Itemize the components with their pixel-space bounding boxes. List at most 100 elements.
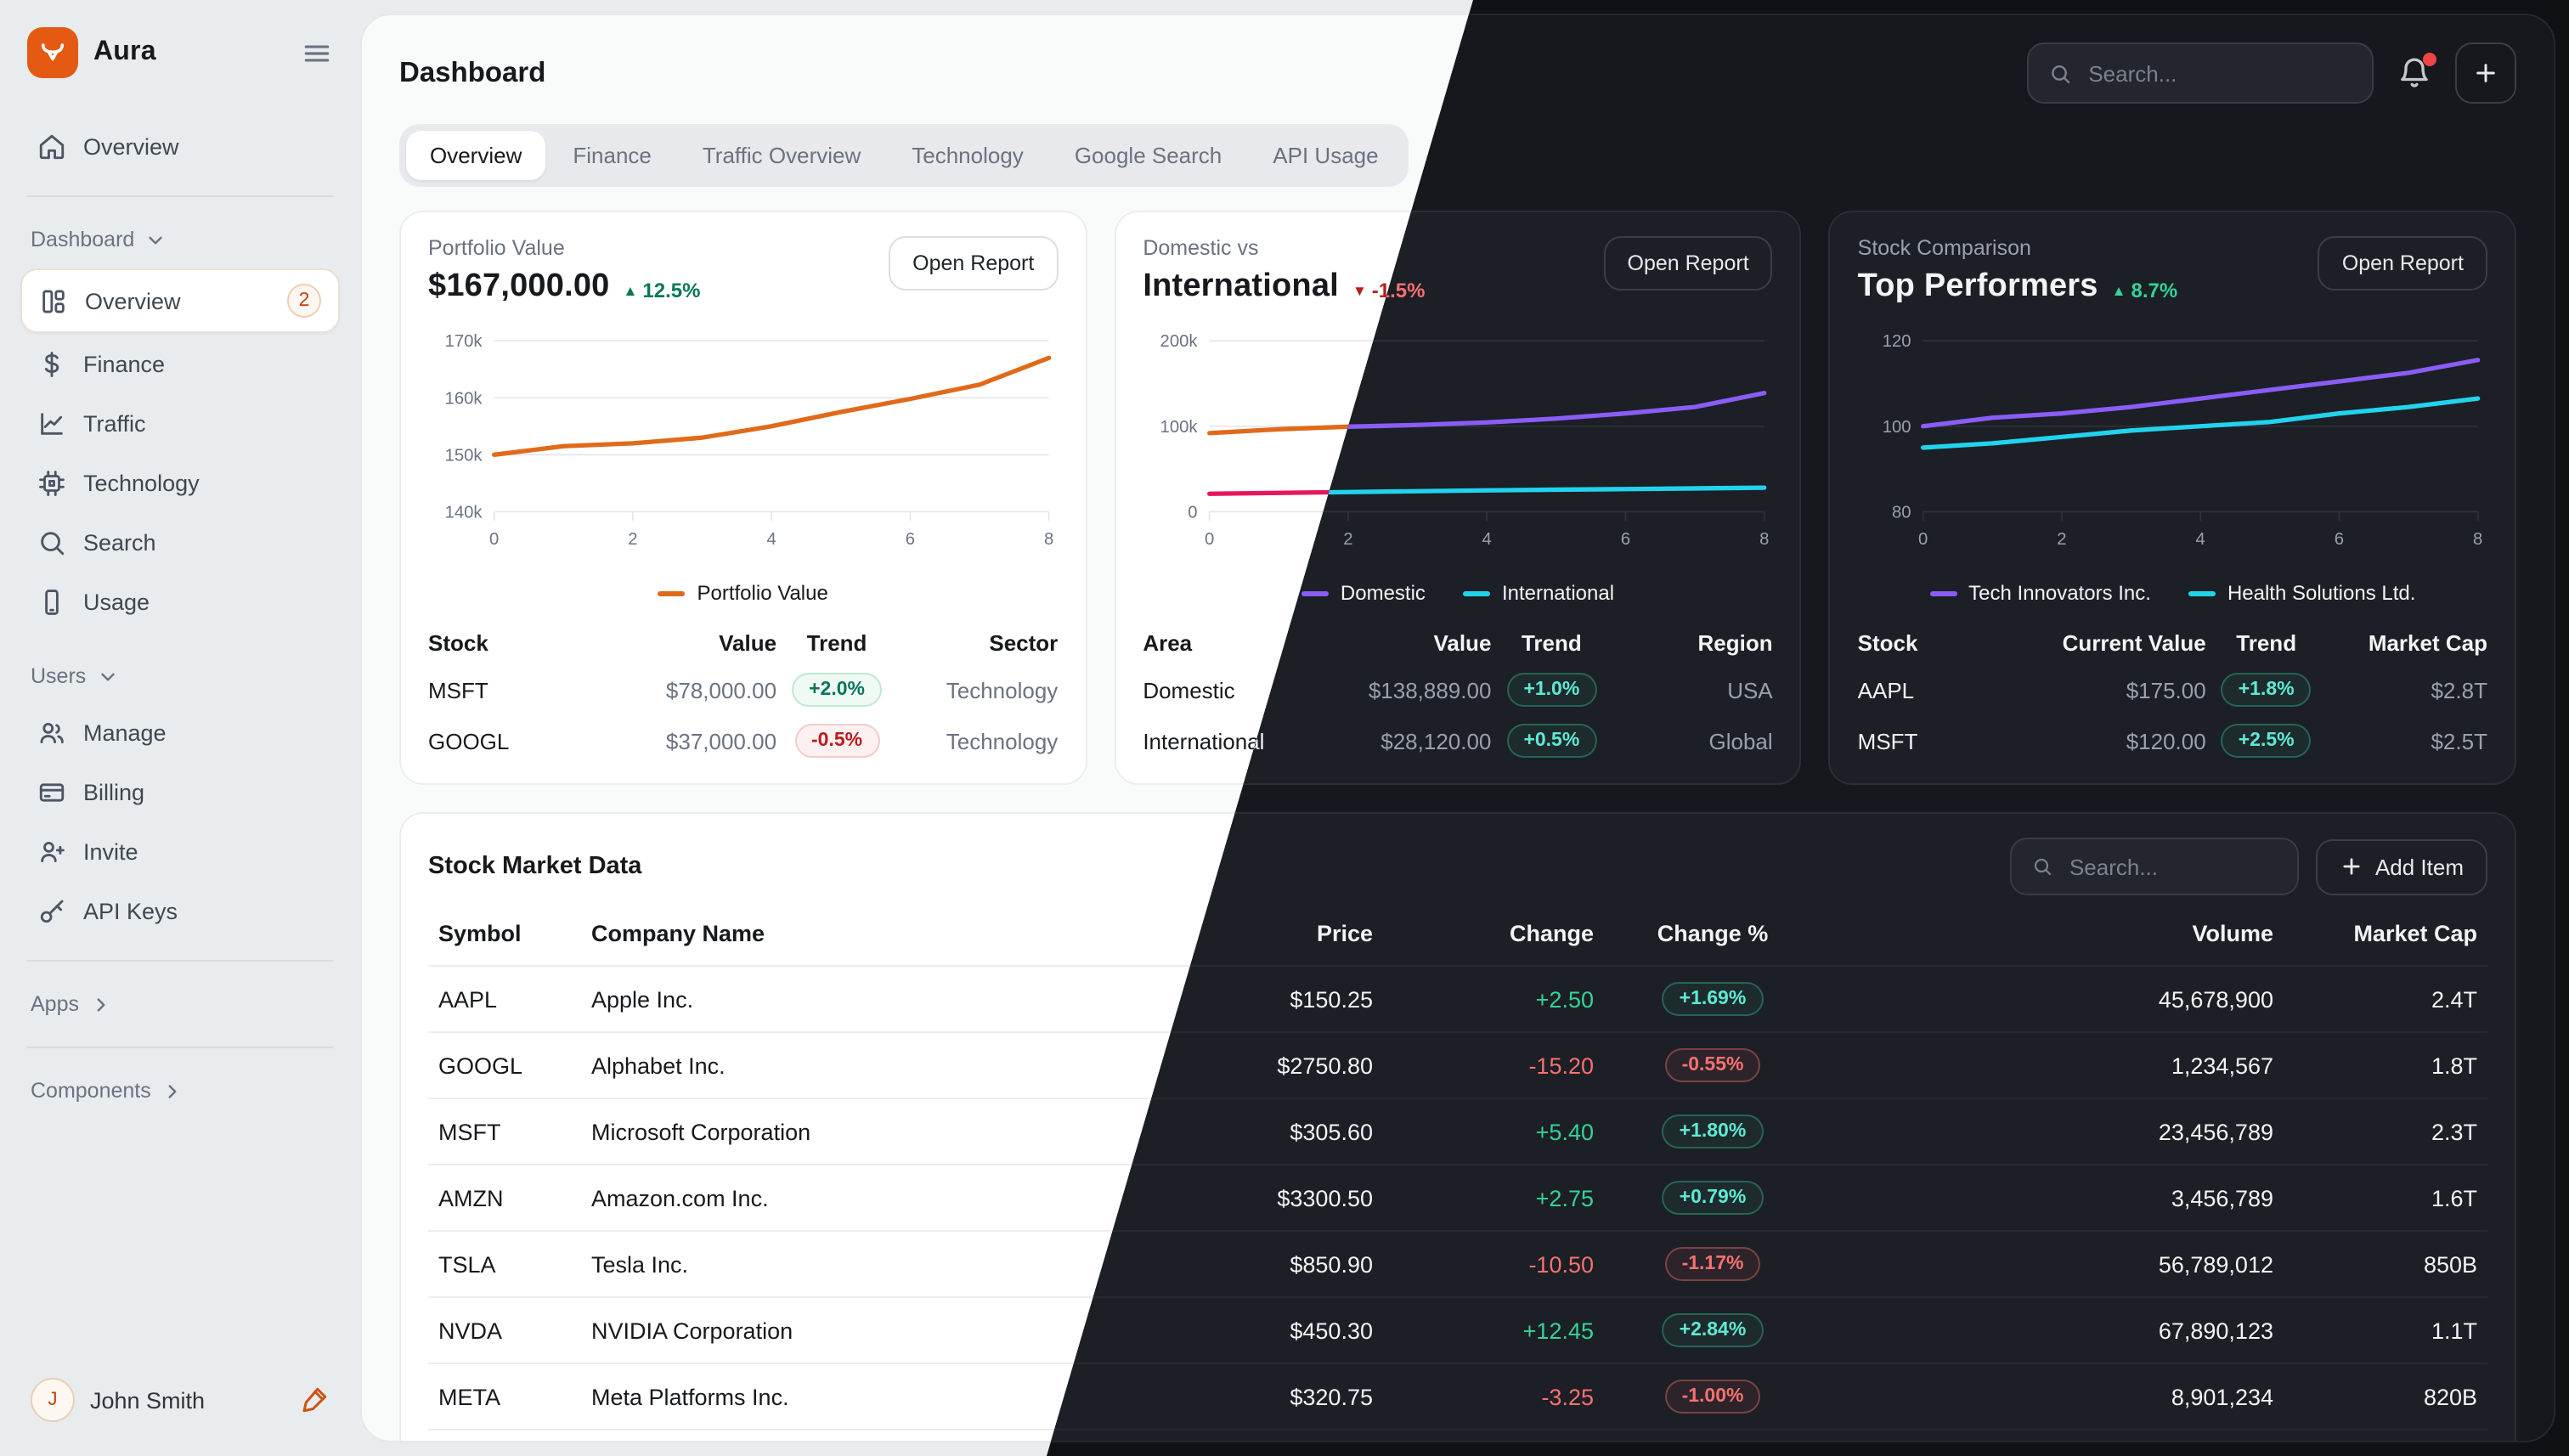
sidebar-item-overview[interactable]: Overview 2: [20, 268, 340, 333]
column-header: Market Cap: [2273, 921, 2477, 946]
sidebar-item-overview-top[interactable]: Overview: [20, 119, 340, 175]
column-header: Trend: [2206, 630, 2327, 656]
divider: [27, 1047, 333, 1048]
cell: NVDA: [438, 1318, 591, 1343]
market-title: Stock Market Data: [428, 853, 641, 880]
avatar: J: [31, 1378, 75, 1422]
card-title: $167,000.00: [428, 268, 610, 306]
tab-technology[interactable]: Technology: [888, 131, 1047, 180]
svg-text:2: 2: [2058, 530, 2067, 549]
user-footer[interactable]: J John Smith: [20, 1368, 340, 1432]
column-header: Stock: [428, 630, 575, 656]
cell: GOOGL: [438, 1052, 591, 1078]
column-header: Volume: [1832, 921, 2273, 946]
sidebar-item-invite[interactable]: Invite: [20, 824, 340, 880]
legend-swatch: [1463, 590, 1490, 595]
cell: USA: [1612, 677, 1772, 703]
cell: MSFT: [438, 1119, 591, 1144]
add-new-button[interactable]: [2455, 42, 2516, 104]
svg-text:6: 6: [906, 530, 915, 549]
market-search[interactable]: [2010, 838, 2299, 895]
stock-comparison-chart: 8010012002468Tech Innovators Inc.Health …: [1858, 323, 2487, 605]
sidebar-item-usage[interactable]: Usage: [20, 574, 340, 630]
market-search-input[interactable]: [2066, 852, 2277, 881]
sidebar-item-finance[interactable]: Finance: [20, 336, 340, 392]
trend-pill: +2.5%: [2222, 724, 2312, 758]
tab-google-search[interactable]: Google Search: [1051, 131, 1245, 180]
brand-row: Aura: [20, 27, 340, 78]
cell: $120.00: [2005, 728, 2206, 753]
legend-item: International: [1463, 581, 1614, 605]
card-subtitle: Stock Comparison: [1858, 236, 2178, 260]
trend-pill: +2.0%: [792, 673, 882, 707]
cell: +0.5%: [1491, 724, 1612, 758]
cell: $2750.80: [1169, 1052, 1373, 1078]
sidebar-item-label: Overview: [83, 134, 179, 160]
open-report-button[interactable]: Open Report: [1604, 236, 1773, 291]
theme-brush-icon[interactable]: [299, 1385, 330, 1415]
table-row[interactable]: MSFT$120.00+2.5%$2.5T: [1858, 715, 2487, 766]
card-subtitle: Portfolio Value: [428, 236, 700, 260]
card-table: StockValueTrendSectorMSFT$78,000.00+2.0%…: [428, 622, 1058, 766]
column-header: Symbol: [438, 921, 591, 946]
svg-text:0: 0: [1919, 530, 1928, 549]
table-row[interactable]: GOOGL$37,000.00-0.5%Technology: [428, 715, 1058, 766]
group-label-dashboard[interactable]: Dashboard: [20, 217, 340, 262]
tab-overview[interactable]: Overview: [406, 131, 545, 180]
column-header: Stock: [1858, 630, 2005, 656]
cell: AAPL: [438, 986, 591, 1012]
sidebar-item-technology[interactable]: Technology: [20, 455, 340, 511]
hamburger-menu-icon[interactable]: [301, 37, 333, 69]
add-item-button[interactable]: Add Item: [2316, 838, 2487, 894]
cell: -1.17%: [1594, 1247, 1832, 1281]
cell: Global: [1612, 728, 1772, 753]
svg-text:2: 2: [628, 530, 637, 549]
notifications-bell-icon[interactable]: [2397, 56, 2431, 90]
table-header: StockValueTrendSector: [428, 622, 1058, 664]
column-header: Market Cap: [2327, 630, 2487, 656]
cell: MSFT: [1858, 728, 2005, 753]
line-chart-svg: 140k150k160k170k02468: [428, 323, 1058, 578]
cell: -1.00%: [1594, 1380, 1832, 1414]
open-report-button[interactable]: Open Report: [889, 236, 1058, 291]
svg-text:8: 8: [1044, 530, 1053, 549]
tab-traffic-overview[interactable]: Traffic Overview: [679, 131, 884, 180]
cell: Amazon.com Inc.: [591, 1185, 1169, 1211]
sidebar-link-apps[interactable]: Apps: [20, 982, 340, 1026]
sidebar-item-api-keys[interactable]: API Keys: [20, 883, 340, 940]
dashboard-layout-icon: [39, 286, 68, 315]
legend-swatch: [658, 590, 686, 595]
table-row[interactable]: MSFT$78,000.00+2.0%Technology: [428, 664, 1058, 715]
sidebar-item-billing[interactable]: Billing: [20, 765, 340, 821]
svg-text:6: 6: [2335, 530, 2344, 549]
sidebar-item-manage[interactable]: Manage: [20, 705, 340, 761]
tab-finance[interactable]: Finance: [549, 131, 675, 180]
page-title: Dashboard: [399, 57, 545, 89]
table-row[interactable]: AAPL$175.00+1.8%$2.8T: [1858, 664, 2487, 715]
column-header: Company Name: [591, 921, 1169, 946]
trend-pill: +1.8%: [2222, 673, 2312, 707]
global-search[interactable]: [2027, 42, 2374, 104]
cell: +2.50: [1373, 986, 1594, 1012]
sidebar-link-components[interactable]: Components: [20, 1069, 340, 1113]
column-header: Trend: [1491, 630, 1612, 656]
cell: 850B: [2273, 1251, 2477, 1277]
tab-api-usage[interactable]: API Usage: [1249, 131, 1402, 180]
open-report-button[interactable]: Open Report: [2318, 236, 2487, 291]
sidebar-item-traffic[interactable]: Traffic: [20, 396, 340, 452]
sidebar: Aura Overview Dashboard: [0, 0, 360, 1456]
cell: $78,000.00: [575, 677, 776, 703]
legend-item: Domestic: [1301, 581, 1426, 605]
card-stock-comparison: Stock Comparison Top Performers ▲8.7% Op…: [1829, 211, 2516, 785]
svg-text:4: 4: [2196, 530, 2205, 549]
sidebar-item-search[interactable]: Search: [20, 515, 340, 571]
column-header: Area: [1143, 630, 1290, 656]
search-input[interactable]: [2085, 59, 2352, 87]
column-header: Sector: [897, 630, 1058, 656]
svg-text:2: 2: [1343, 530, 1352, 549]
delta-badge: ▲8.7%: [2112, 279, 2178, 302]
sidebar-item-label: Finance: [83, 352, 165, 377]
group-label-users[interactable]: Users: [20, 654, 340, 698]
cell: +1.69%: [1594, 982, 1832, 1016]
cell: $850.90: [1169, 1251, 1373, 1277]
